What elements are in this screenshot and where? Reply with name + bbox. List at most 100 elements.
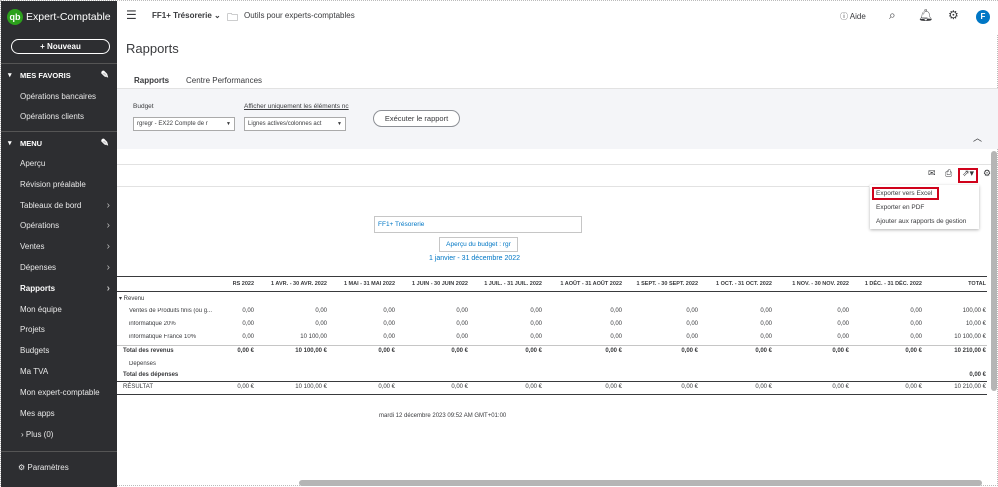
table-cell[interactable]: 0,00: [329, 308, 395, 314]
row-label[interactable]: informatique 20%: [129, 321, 176, 327]
table-cell[interactable]: 0,00: [255, 308, 327, 314]
table-cell[interactable]: 0,00: [702, 334, 772, 340]
table-cell[interactable]: 0,00 €: [852, 384, 922, 390]
table-cell[interactable]: 0,00 €: [702, 384, 772, 390]
table-cell[interactable]: 0,00: [546, 308, 622, 314]
table-cell[interactable]: 10 100,00 €: [255, 348, 327, 354]
table-cell[interactable]: 0,00: [472, 308, 542, 314]
sidebar-item[interactable]: Budgets: [1, 341, 117, 361]
table-cell[interactable]: 0,00 €: [214, 384, 254, 390]
report-company-title[interactable]: FF1+ Trésorerie: [374, 216, 582, 233]
table-cell[interactable]: 0,00: [626, 321, 698, 327]
table-cell[interactable]: 0,00: [398, 334, 468, 340]
column-header[interactable]: 1 SEPT. - 30 SEPT. 2022: [626, 281, 698, 287]
accountant-tools-link[interactable]: Outils pour experts-comptables: [244, 11, 355, 20]
table-cell[interactable]: 0,00 €: [546, 384, 622, 390]
table-cell[interactable]: 0,00 €: [214, 348, 254, 354]
print-icon[interactable]: ⎙: [945, 168, 952, 179]
table-cell[interactable]: 0,00: [775, 308, 849, 314]
settings-link[interactable]: ⚙ Paramètres: [1, 458, 117, 478]
chevron-up-icon[interactable]: ︿: [973, 131, 982, 144]
bell-icon[interactable]: 🔔︎: [918, 8, 933, 22]
sidebar-item[interactable]: Mon expert-comptable: [1, 383, 117, 403]
add-to-management-reports-item[interactable]: Ajouter aux rapports de gestion: [876, 218, 966, 225]
column-header[interactable]: RS 2022: [214, 281, 254, 287]
column-header[interactable]: TOTAL: [926, 281, 986, 287]
table-cell[interactable]: 0,00: [852, 308, 922, 314]
row-label[interactable]: informatique France 10%: [129, 334, 196, 340]
table-cell[interactable]: 0,00: [214, 321, 254, 327]
search-icon[interactable]: ⌕: [889, 8, 896, 23]
row-label[interactable]: ▾ Revenu: [119, 295, 144, 302]
sidebar-item-plus[interactable]: › Plus (0): [1, 425, 117, 445]
table-cell[interactable]: 100,00 €: [926, 308, 986, 314]
table-cell[interactable]: 0,00 €: [398, 384, 468, 390]
table-cell[interactable]: 0,00: [626, 334, 698, 340]
table-cell[interactable]: 0,00 €: [472, 384, 542, 390]
table-cell[interactable]: 0,00: [702, 321, 772, 327]
sidebar-item[interactable]: Mes apps: [1, 404, 117, 424]
table-cell[interactable]: 0,00: [214, 334, 254, 340]
gear-icon[interactable]: ⚙: [948, 8, 959, 22]
sidebar-item[interactable]: Rapports ›: [1, 279, 117, 299]
show-only-select[interactable]: Lignes actives/colonnes act ▼: [244, 117, 346, 131]
table-cell[interactable]: 0,00 €: [626, 384, 698, 390]
table-cell[interactable]: 10 100,00 €: [926, 334, 986, 340]
row-label[interactable]: Ventes de Produits finis (ou g...: [129, 308, 212, 314]
row-label[interactable]: Total des dépenses: [123, 372, 178, 378]
horizontal-scrollbar[interactable]: [299, 480, 982, 486]
run-report-button[interactable]: Exécuter le rapport: [373, 110, 460, 127]
table-cell[interactable]: 10,00 €: [926, 321, 986, 327]
table-cell[interactable]: 0,00: [775, 321, 849, 327]
sidebar-item[interactable]: Ma TVA: [1, 362, 117, 382]
sidebar-item[interactable]: Projets: [1, 320, 117, 340]
export-excel-item[interactable]: Exporter vers Excel: [876, 190, 932, 197]
table-cell[interactable]: 0,00: [626, 308, 698, 314]
row-label[interactable]: Dépenses: [129, 361, 156, 367]
table-cell[interactable]: 0,00 €: [398, 348, 468, 354]
table-cell[interactable]: 0,00: [775, 334, 849, 340]
table-cell[interactable]: 0,00: [546, 334, 622, 340]
help-button[interactable]: ⓘ Aide: [840, 11, 866, 22]
export-pdf-item[interactable]: Exporter en PDF: [876, 204, 924, 211]
table-cell[interactable]: 0,00: [255, 321, 327, 327]
table-cell[interactable]: 0,00: [398, 321, 468, 327]
column-header[interactable]: 1 NOV. - 30 NOV. 2022: [775, 281, 849, 287]
sidebar-item[interactable]: Dépenses ›: [1, 258, 117, 278]
row-label[interactable]: Total des revenus: [123, 348, 174, 354]
table-cell[interactable]: 0,00: [852, 321, 922, 327]
sidebar-item[interactable]: Révision préalable: [1, 175, 117, 195]
table-cell[interactable]: 0,00 €: [626, 348, 698, 354]
table-cell[interactable]: 0,00: [329, 321, 395, 327]
table-cell[interactable]: 10 100,00 €: [255, 384, 327, 390]
column-header[interactable]: 1 OCT. - 31 OCT. 2022: [702, 281, 772, 287]
vertical-scrollbar[interactable]: [991, 151, 997, 391]
logo[interactable]: qb Expert-Comptable: [7, 9, 111, 25]
tab-centre-performances[interactable]: Centre Performances: [186, 76, 262, 85]
edit-pencil-icon[interactable]: ✎: [101, 134, 109, 154]
column-header[interactable]: 1 DÉC. - 31 DÉC. 2022: [852, 281, 922, 287]
table-cell[interactable]: 10 210,00 €: [926, 384, 986, 390]
new-button[interactable]: + Nouveau: [11, 39, 110, 54]
table-cell[interactable]: 0,00: [702, 308, 772, 314]
table-cell[interactable]: 0,00: [472, 334, 542, 340]
table-cell[interactable]: 0,00 €: [775, 348, 849, 354]
table-cell[interactable]: 0,00: [852, 334, 922, 340]
column-header[interactable]: 1 JUIL. - 31 JUIL. 2022: [472, 281, 542, 287]
table-cell[interactable]: 0,00: [214, 308, 254, 314]
sidebar-item[interactable]: Aperçu: [1, 154, 117, 174]
table-cell[interactable]: 10 210,00 €: [926, 348, 986, 354]
table-cell[interactable]: 0,00 €: [852, 348, 922, 354]
table-cell[interactable]: 0,00: [398, 308, 468, 314]
budget-select[interactable]: rgregr - EX22 Compte de r ▼: [133, 117, 235, 131]
table-cell[interactable]: 0,00 €: [775, 384, 849, 390]
avatar[interactable]: F: [976, 10, 990, 24]
table-cell[interactable]: 0,00 €: [329, 384, 395, 390]
menu-header[interactable]: ▾ MENU ✎: [1, 134, 117, 154]
table-cell[interactable]: 0,00 €: [472, 348, 542, 354]
favorites-header[interactable]: ▾ MES FAVORIS ✎: [1, 66, 117, 86]
column-header[interactable]: 1 AOÛT - 31 AOÛT 2022: [546, 281, 622, 287]
email-icon[interactable]: ✉: [928, 168, 936, 179]
report-subtitle[interactable]: Aperçu du budget : rgr: [439, 237, 518, 252]
collapse-menu-icon[interactable]: ☰: [126, 8, 137, 22]
